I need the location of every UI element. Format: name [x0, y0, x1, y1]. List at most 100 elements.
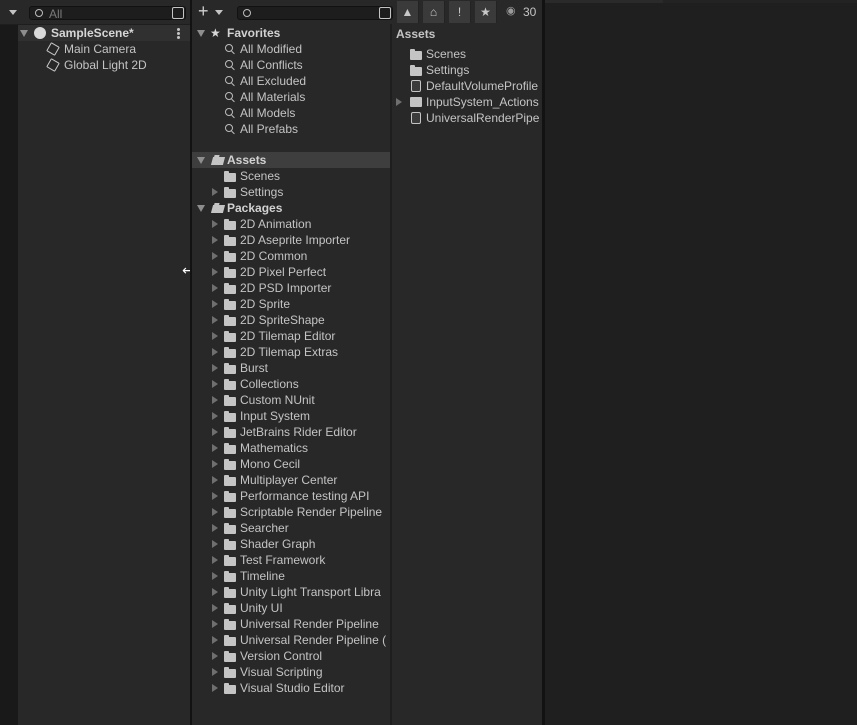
package-item[interactable]: 2D Tilemap Extras: [192, 344, 390, 360]
hidden-packages-count[interactable]: 30: [523, 5, 536, 19]
package-item[interactable]: Timeline: [192, 568, 390, 584]
search-by-label-icon[interactable]: ⌂: [423, 1, 445, 23]
collapsed-arrow-icon[interactable]: [212, 444, 218, 452]
collapsed-arrow-icon[interactable]: [212, 252, 218, 260]
expand-arrow-icon[interactable]: [197, 205, 205, 212]
hierarchy-item[interactable]: Global Light 2D: [18, 57, 190, 73]
collapsed-arrow-icon[interactable]: [212, 508, 218, 516]
package-item[interactable]: Multiplayer Center: [192, 472, 390, 488]
project-search-input[interactable]: [237, 6, 393, 20]
collapsed-arrow-icon[interactable]: [212, 572, 218, 580]
tree-folder-scenes[interactable]: Scenes: [192, 168, 390, 184]
collapsed-arrow-icon[interactable]: [212, 348, 218, 356]
collapsed-arrow-icon[interactable]: [212, 540, 218, 548]
collapsed-arrow-icon[interactable]: [212, 220, 218, 228]
chevron-down-icon[interactable]: [215, 10, 223, 15]
collapsed-arrow-icon[interactable]: [212, 652, 218, 660]
collapsed-arrow-icon[interactable]: [212, 620, 218, 628]
collapsed-arrow-icon[interactable]: [212, 364, 218, 372]
collapsed-arrow-icon[interactable]: [212, 188, 218, 196]
more-options-icon[interactable]: [177, 32, 180, 35]
hierarchy-search-input[interactable]: All: [29, 6, 186, 21]
collapsed-arrow-icon[interactable]: [212, 268, 218, 276]
package-item[interactable]: Shader Graph: [192, 536, 390, 552]
assets-header[interactable]: Assets: [192, 152, 390, 168]
asset-item[interactable]: InputSystem_Actions: [392, 94, 542, 110]
asset-item[interactable]: DefaultVolumeProfile: [392, 78, 542, 94]
package-item[interactable]: 2D Tilemap Editor: [192, 328, 390, 344]
favorite-item[interactable]: All Modified: [192, 41, 390, 57]
package-item[interactable]: 2D Animation: [192, 216, 390, 232]
asset-item[interactable]: Settings: [392, 62, 542, 78]
add-button[interactable]: +: [198, 1, 209, 21]
search-by-type-icon[interactable]: ▲: [397, 1, 419, 23]
favorite-item[interactable]: All Conflicts: [192, 57, 390, 73]
search-options-icon[interactable]: [379, 7, 391, 19]
collapsed-arrow-icon[interactable]: [212, 396, 218, 404]
collapsed-arrow-icon[interactable]: [212, 300, 218, 308]
package-item[interactable]: JetBrains Rider Editor: [192, 424, 390, 440]
package-item[interactable]: 2D Aseprite Importer: [192, 232, 390, 248]
collapsed-arrow-icon[interactable]: [212, 556, 218, 564]
collapsed-arrow-icon[interactable]: [212, 284, 218, 292]
package-item[interactable]: Collections: [192, 376, 390, 392]
package-item[interactable]: Visual Scripting: [192, 664, 390, 680]
package-item[interactable]: Custom NUnit: [192, 392, 390, 408]
collapsed-arrow-icon[interactable]: [212, 236, 218, 244]
package-item[interactable]: Visual Studio Editor: [192, 680, 390, 696]
search-options-icon[interactable]: [172, 7, 184, 19]
favorite-item[interactable]: All Prefabs: [192, 121, 390, 137]
package-item[interactable]: 2D Common: [192, 248, 390, 264]
package-item[interactable]: Universal Render Pipeline: [192, 616, 390, 632]
package-item[interactable]: Universal Render Pipeline (: [192, 632, 390, 648]
asset-item[interactable]: UniversalRenderPipe: [392, 110, 542, 126]
collapsed-arrow-icon[interactable]: [212, 636, 218, 644]
collapsed-arrow-icon[interactable]: [212, 604, 218, 612]
package-item[interactable]: Performance testing API: [192, 488, 390, 504]
package-item[interactable]: Test Framework: [192, 552, 390, 568]
package-item[interactable]: 2D PSD Importer: [192, 280, 390, 296]
package-item[interactable]: Mathematics: [192, 440, 390, 456]
scene-row[interactable]: SampleScene*: [18, 25, 190, 41]
collapsed-arrow-icon[interactable]: [212, 588, 218, 596]
package-item[interactable]: 2D SpriteShape: [192, 312, 390, 328]
collapsed-arrow-icon[interactable]: [212, 332, 218, 340]
collapsed-arrow-icon[interactable]: [212, 460, 218, 468]
collapsed-arrow-icon[interactable]: [212, 492, 218, 500]
package-item[interactable]: Unity Light Transport Libra: [192, 584, 390, 600]
chevron-down-icon[interactable]: [9, 10, 17, 15]
favorite-item[interactable]: All Models: [192, 105, 390, 121]
package-item[interactable]: Scriptable Render Pipeline: [192, 504, 390, 520]
expand-arrow-icon[interactable]: [20, 30, 28, 37]
package-item[interactable]: Searcher: [192, 520, 390, 536]
packages-header[interactable]: Packages: [192, 200, 390, 216]
expand-arrow-icon[interactable]: [197, 30, 205, 37]
package-item[interactable]: Version Control: [192, 648, 390, 664]
folder-icon: [224, 171, 236, 182]
package-item[interactable]: Input System: [192, 408, 390, 424]
breadcrumb-assets[interactable]: Assets: [396, 27, 435, 41]
collapsed-arrow-icon[interactable]: [212, 668, 218, 676]
collapsed-arrow-icon[interactable]: [212, 524, 218, 532]
favorites-header[interactable]: ★ Favorites: [192, 25, 390, 41]
collapsed-arrow-icon[interactable]: [212, 684, 218, 692]
favorites-star-icon[interactable]: ★: [475, 1, 497, 23]
package-item[interactable]: Burst: [192, 360, 390, 376]
collapsed-arrow-icon[interactable]: [212, 476, 218, 484]
tree-folder-settings[interactable]: Settings: [192, 184, 390, 200]
asset-item[interactable]: Scenes: [392, 46, 542, 62]
hierarchy-item[interactable]: Main Camera: [18, 41, 190, 57]
collapsed-arrow-icon[interactable]: [212, 316, 218, 324]
package-item[interactable]: 2D Sprite: [192, 296, 390, 312]
expand-arrow-icon[interactable]: [197, 157, 205, 164]
package-item[interactable]: Unity UI: [192, 600, 390, 616]
search-by-log-icon[interactable]: !: [449, 1, 471, 23]
favorite-item[interactable]: All Excluded: [192, 73, 390, 89]
collapsed-arrow-icon[interactable]: [212, 428, 218, 436]
package-item[interactable]: 2D Pixel Perfect: [192, 264, 390, 280]
favorite-item[interactable]: All Materials: [192, 89, 390, 105]
package-item[interactable]: Mono Cecil: [192, 456, 390, 472]
collapsed-arrow-icon[interactable]: [212, 380, 218, 388]
collapsed-arrow-icon[interactable]: [212, 412, 218, 420]
collapsed-arrow-icon[interactable]: [396, 98, 402, 106]
